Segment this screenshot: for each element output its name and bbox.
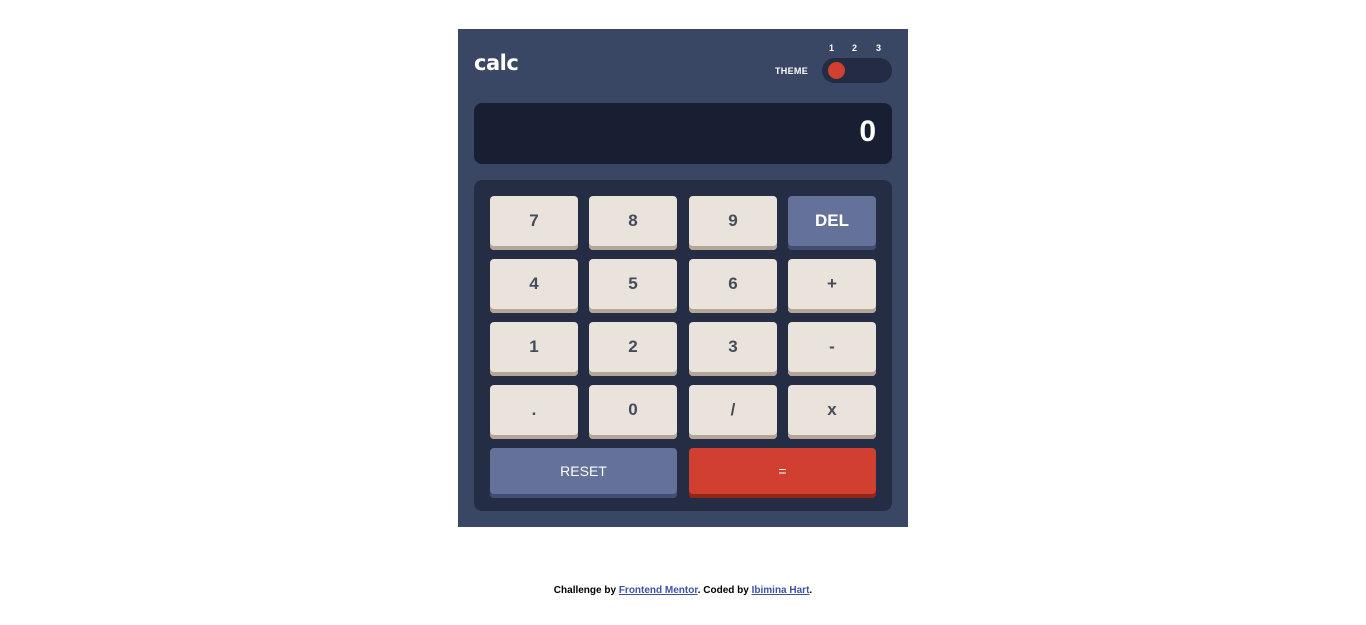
display-screen: 0: [474, 103, 892, 164]
theme-label: THEME: [775, 66, 808, 76]
theme-option-1[interactable]: 1: [829, 43, 834, 53]
key-plus[interactable]: +: [788, 259, 876, 313]
key-divide[interactable]: /: [689, 385, 777, 439]
theme-toggle[interactable]: [822, 58, 892, 83]
theme-toggle-knob[interactable]: [828, 62, 845, 79]
key-7[interactable]: 7: [490, 196, 578, 250]
delete-button[interactable]: DEL: [788, 196, 876, 250]
author-link[interactable]: Ibimina Hart: [752, 585, 810, 596]
attribution-footer: Challenge by Frontend Mentor. Coded by I…: [0, 585, 1366, 596]
display-value: 0: [859, 115, 876, 148]
key-1[interactable]: 1: [490, 322, 578, 376]
theme-option-3[interactable]: 3: [876, 43, 881, 53]
attribution-prefix: Challenge by: [553, 585, 619, 596]
key-9[interactable]: 9: [689, 196, 777, 250]
key-minus[interactable]: -: [788, 322, 876, 376]
key-decimal[interactable]: .: [490, 385, 578, 439]
key-0[interactable]: 0: [589, 385, 677, 439]
attribution-middle: . Coded by: [697, 585, 752, 596]
key-3[interactable]: 3: [689, 322, 777, 376]
calculator: calc THEME 1 2 3 0 7 8 9 DEL 4 5 6 + 1 2…: [458, 29, 908, 527]
theme-option-2[interactable]: 2: [852, 43, 857, 53]
reset-button[interactable]: RESET: [490, 448, 677, 498]
keypad: 7 8 9 DEL 4 5 6 + 1 2 3 - . 0 / x RESET …: [474, 180, 892, 511]
key-5[interactable]: 5: [589, 259, 677, 313]
equals-button[interactable]: =: [689, 448, 876, 498]
key-8[interactable]: 8: [589, 196, 677, 250]
attribution-suffix: .: [809, 585, 813, 596]
theme-numbers: 1 2 3: [822, 43, 892, 55]
page: calc THEME 1 2 3 0 7 8 9 DEL 4 5 6 + 1 2…: [0, 0, 1366, 625]
key-2[interactable]: 2: [589, 322, 677, 376]
key-6[interactable]: 6: [689, 259, 777, 313]
frontend-mentor-link[interactable]: Frontend Mentor: [619, 585, 698, 596]
key-4[interactable]: 4: [490, 259, 578, 313]
calculator-header: calc THEME 1 2 3: [474, 29, 892, 103]
app-logo: calc: [474, 51, 519, 75]
key-multiply[interactable]: x: [788, 385, 876, 439]
